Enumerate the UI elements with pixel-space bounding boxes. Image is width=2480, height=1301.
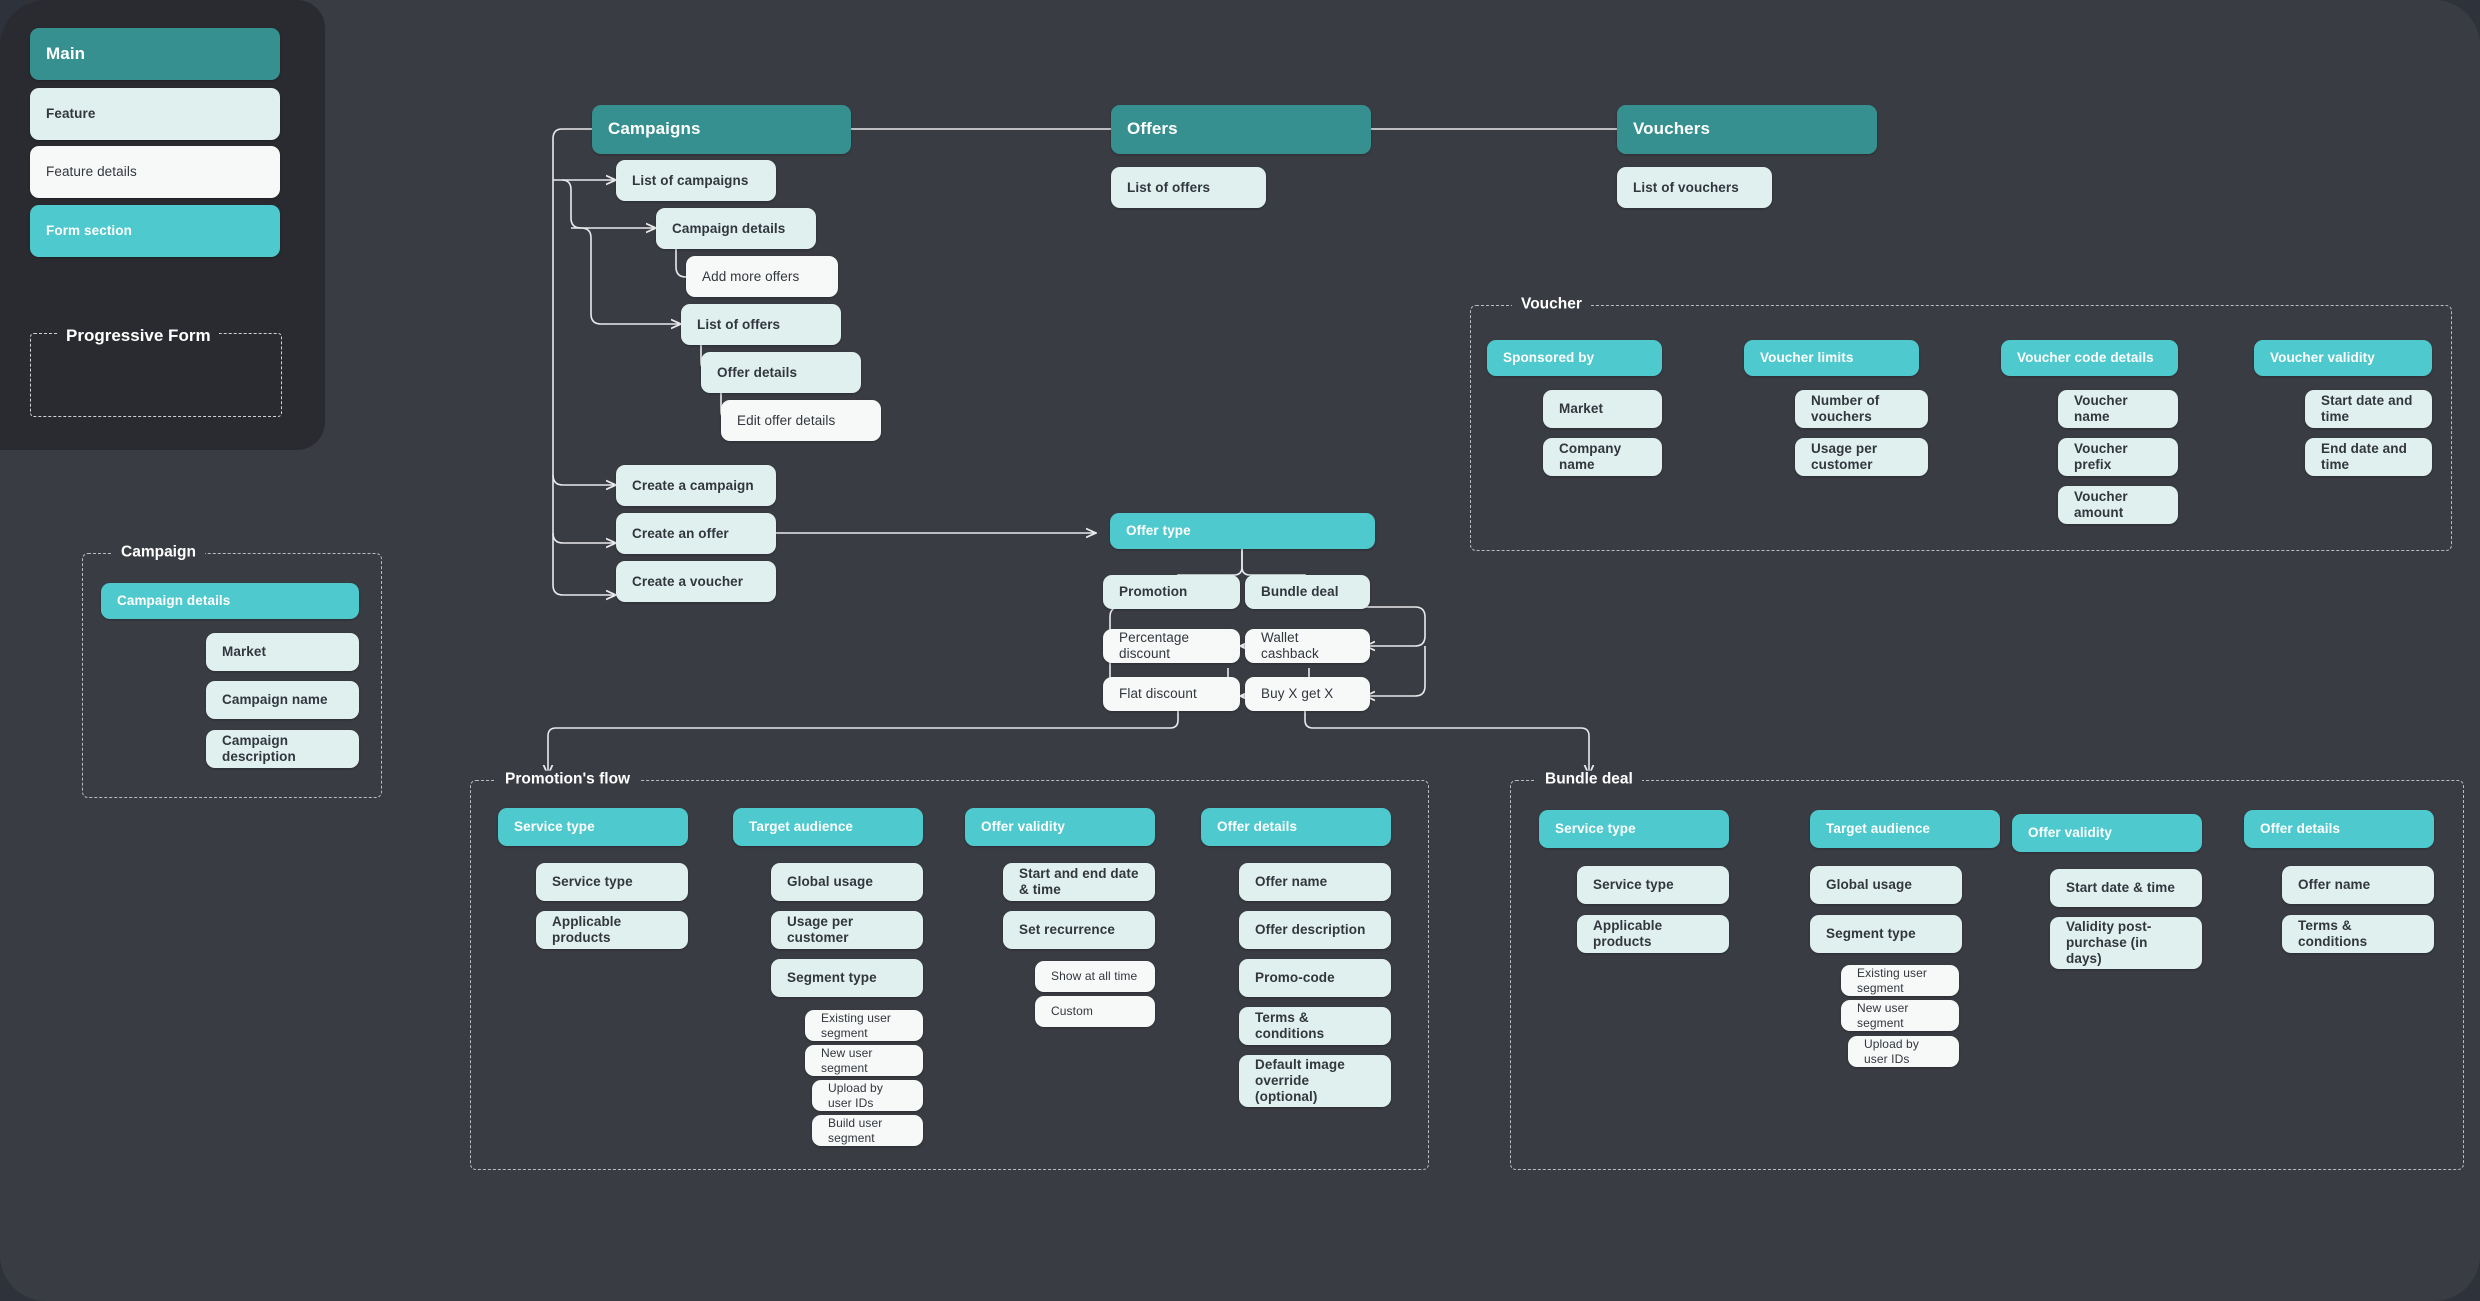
promo-item-upload-by-user-ids[interactable]: Upload by user IDs: [812, 1080, 923, 1111]
node-edit-offer-details[interactable]: Edit offer details: [721, 400, 881, 441]
legend-item-feature-details: Feature details: [30, 146, 280, 198]
campaign-item-campaign-description[interactable]: Campaign description: [206, 730, 359, 768]
promo-item-global-usage[interactable]: Global usage: [771, 863, 923, 901]
node-wallet-cashback[interactable]: Wallet cashback: [1245, 629, 1370, 663]
node-bundle-deal[interactable]: Bundle deal: [1245, 575, 1370, 609]
node-percentage-discount[interactable]: Percentage discount: [1103, 629, 1240, 663]
promo-item-applicable-products[interactable]: Applicable products: [536, 911, 688, 949]
promo-item-default-image-override[interactable]: Default image override (optional): [1239, 1055, 1391, 1107]
node-offer-type[interactable]: Offer type: [1110, 513, 1375, 549]
voucher-item-number-of-vouchers[interactable]: Number of vouchers: [1795, 390, 1928, 428]
node-list-of-campaigns[interactable]: List of campaigns: [616, 160, 776, 201]
promo-item-existing-user-segment[interactable]: Existing user segment: [805, 1010, 923, 1041]
node-list-of-vouchers[interactable]: List of vouchers: [1617, 167, 1772, 208]
bundle-item-global-usage[interactable]: Global usage: [1810, 866, 1962, 904]
voucher-item-voucher-prefix[interactable]: Voucher prefix: [2058, 438, 2178, 476]
promo-header-service-type[interactable]: Service type: [498, 808, 688, 846]
bundle-item-segment-type[interactable]: Segment type: [1810, 915, 1962, 953]
node-create-a-voucher[interactable]: Create a voucher: [616, 561, 776, 602]
promo-item-build-user-segment[interactable]: Build user segment: [812, 1115, 923, 1146]
voucher-item-voucher-name[interactable]: Voucher name: [2058, 390, 2178, 428]
node-list-of-offers-campaigns[interactable]: List of offers: [681, 304, 841, 345]
node-buy-x-get-x[interactable]: Buy X get X: [1245, 677, 1370, 711]
legend-item-main: Main: [30, 28, 280, 80]
voucher-header-voucher-validity[interactable]: Voucher validity: [2254, 340, 2432, 376]
bundle-item-existing-user-segment[interactable]: Existing user segment: [1841, 965, 1959, 996]
voucher-item-company-name[interactable]: Company name: [1543, 438, 1662, 476]
bundle-item-offer-name[interactable]: Offer name: [2282, 866, 2434, 904]
legend-item-feature: Feature: [30, 88, 280, 140]
bundle-item-applicable-products[interactable]: Applicable products: [1577, 915, 1729, 953]
node-create-an-offer[interactable]: Create an offer: [616, 513, 776, 554]
link-create-a-voucher: [552, 584, 616, 595]
promo-item-show-at-all-time[interactable]: Show at all time: [1035, 961, 1155, 992]
node-promotion[interactable]: Promotion: [1103, 575, 1240, 609]
voucher-item-start-date-and-time[interactable]: Start date and time: [2305, 390, 2432, 428]
link-create-an-offer: [552, 532, 616, 543]
promo-item-new-user-segment[interactable]: New user segment: [805, 1045, 923, 1076]
voucher-header-voucher-limits[interactable]: Voucher limits: [1744, 340, 1919, 376]
promo-item-terms-conditions[interactable]: Terms & conditions: [1239, 1007, 1391, 1045]
promo-item-offer-name[interactable]: Offer name: [1239, 863, 1391, 901]
campaigns-trunk: [552, 128, 592, 585]
voucher-item-end-date-and-time[interactable]: End date and time: [2305, 438, 2432, 476]
node-campaign-details[interactable]: Campaign details: [656, 208, 816, 249]
promo-item-usage-per-customer[interactable]: Usage per customer: [771, 911, 923, 949]
voucher-header-sponsored-by[interactable]: Sponsored by: [1487, 340, 1662, 376]
voucher-header-voucher-code-details[interactable]: Voucher code details: [2001, 340, 2178, 376]
voucher-item-usage-per-customer[interactable]: Usage per customer: [1795, 438, 1928, 476]
bundle-group-title: Bundle deal: [1536, 770, 1642, 789]
node-campaigns[interactable]: Campaigns: [592, 105, 851, 154]
voucher-item-voucher-amount[interactable]: Voucher amount: [2058, 486, 2178, 524]
bundle-header-offer-validity[interactable]: Offer validity: [2012, 814, 2202, 852]
legend-card: Main Feature Feature details Form sectio…: [0, 0, 325, 450]
promo-item-custom[interactable]: Custom: [1035, 996, 1155, 1027]
node-create-a-campaign[interactable]: Create a campaign: [616, 465, 776, 506]
campaign-item-market[interactable]: Market: [206, 633, 359, 671]
promo-item-segment-type[interactable]: Segment type: [771, 959, 923, 997]
link-bundle-buyxgetx: [1365, 646, 1426, 696]
node-add-more-offers[interactable]: Add more offers: [686, 256, 838, 297]
bundle-item-start-date-time[interactable]: Start date & time: [2050, 869, 2202, 907]
legend-progressive-form-label: Progressive Form: [58, 326, 219, 346]
bundle-item-upload-by-user-ids[interactable]: Upload by user IDs: [1848, 1036, 1959, 1067]
campaign-group-title: Campaign: [112, 543, 205, 562]
node-offer-details[interactable]: Offer details: [701, 352, 861, 393]
promo-item-offer-description[interactable]: Offer description: [1239, 911, 1391, 949]
node-vouchers[interactable]: Vouchers: [1617, 105, 1877, 154]
node-flat-discount[interactable]: Flat discount: [1103, 677, 1240, 711]
bundle-header-offer-details[interactable]: Offer details: [2244, 810, 2434, 848]
node-list-of-offers[interactable]: List of offers: [1111, 167, 1266, 208]
bundle-header-service-type[interactable]: Service type: [1539, 810, 1729, 848]
flow-map-canvas: Main Feature Feature details Form sectio…: [0, 0, 2480, 1301]
bundle-header-target-audience[interactable]: Target audience: [1810, 810, 2000, 848]
promo-item-promo-code[interactable]: Promo-code: [1239, 959, 1391, 997]
promo-item-set-recurrence[interactable]: Set recurrence: [1003, 911, 1155, 949]
voucher-group-title: Voucher: [1512, 295, 1591, 314]
promo-item-start-end-date-time[interactable]: Start and end date & time: [1003, 863, 1155, 901]
promo-item-service-type[interactable]: Service type: [536, 863, 688, 901]
promo-header-offer-details[interactable]: Offer details: [1201, 808, 1391, 846]
link-bundle-to-group: [1304, 710, 1589, 775]
bundle-item-new-user-segment[interactable]: New user segment: [1841, 1000, 1959, 1031]
legend-item-form-section: Form section: [30, 205, 280, 257]
campaign-item-campaign-name[interactable]: Campaign name: [206, 681, 359, 719]
promotion-group-title: Promotion's flow: [496, 770, 640, 789]
promo-header-target-audience[interactable]: Target audience: [733, 808, 923, 846]
bundle-item-service-type[interactable]: Service type: [1577, 866, 1729, 904]
promo-header-offer-validity[interactable]: Offer validity: [965, 808, 1155, 846]
link-promotion-to-flow: [548, 710, 1179, 775]
voucher-item-market[interactable]: Market: [1543, 390, 1662, 428]
bundle-item-terms-conditions[interactable]: Terms & conditions: [2282, 915, 2434, 953]
link-bundle-wallet: [1365, 606, 1426, 646]
node-offers[interactable]: Offers: [1111, 105, 1371, 154]
link-create-a-campaign: [552, 474, 616, 485]
campaign-header-campaign-details[interactable]: Campaign details: [101, 583, 359, 619]
bundle-item-validity-post-purchase[interactable]: Validity post-purchase (in days): [2050, 917, 2202, 969]
